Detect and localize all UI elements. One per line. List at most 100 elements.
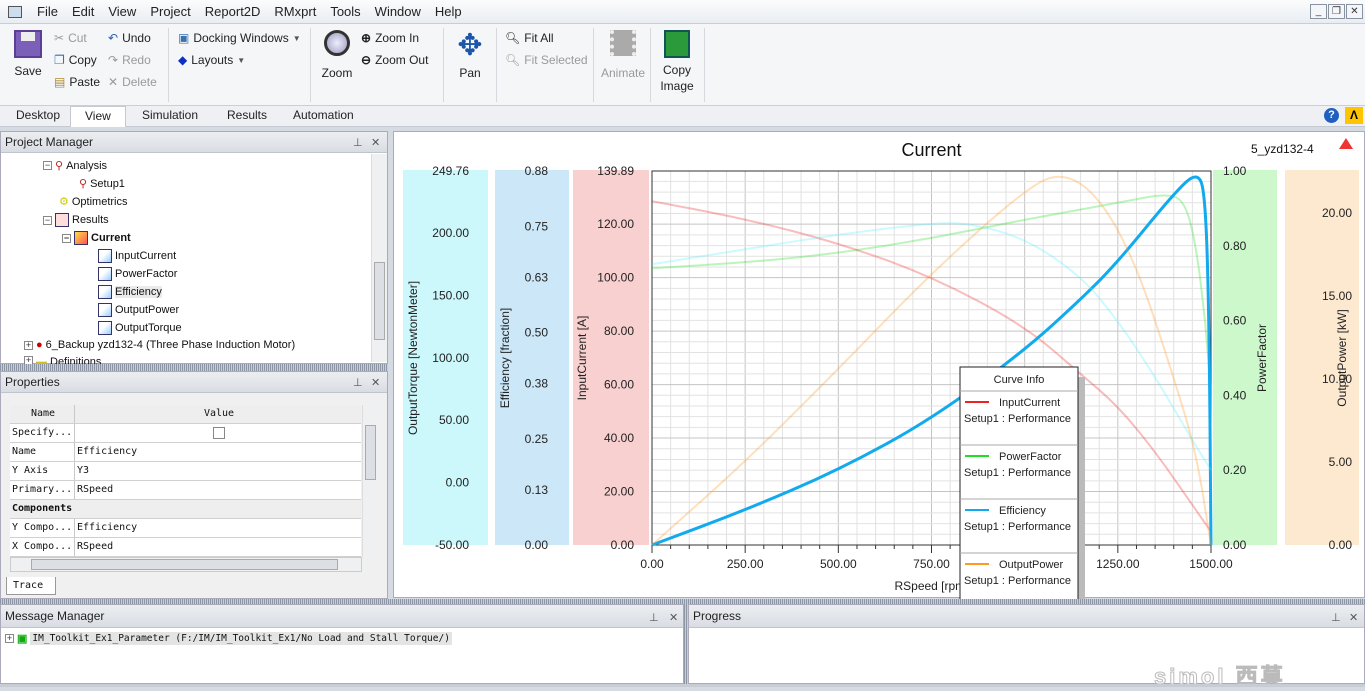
close-icon[interactable]: ✕	[1349, 611, 1358, 624]
scrollbar-thumb[interactable]	[31, 559, 338, 570]
fit-all-button[interactable]: 🔍︎ Fit All	[505, 31, 554, 45]
property-value[interactable]: Efficiency	[75, 519, 361, 537]
menu-window[interactable]: Window	[368, 4, 428, 19]
message-item[interactable]: + ▣ IM_Toolkit_Ex1_Parameter (F:/IM/IM_Too…	[5, 632, 452, 645]
copy-icon: ❐	[54, 53, 65, 67]
menu-help[interactable]: Help	[428, 4, 469, 19]
tree-item-results[interactable]: − Results	[43, 213, 109, 227]
minimize-button[interactable]: _	[1310, 4, 1327, 19]
y-tick-label: 120.00	[597, 217, 634, 231]
property-value[interactable]: RSpeed	[75, 538, 361, 556]
tab-trace[interactable]: Trace	[6, 577, 56, 595]
delete-label: Delete	[122, 75, 157, 89]
project-tree-scrollbar[interactable]	[371, 154, 387, 362]
property-row[interactable]: X Compo... RSpeed	[10, 538, 361, 557]
zoom-out-label: Zoom Out	[375, 53, 429, 67]
close-window-button[interactable]: ✕	[1346, 4, 1363, 19]
property-value[interactable]: Efficiency	[75, 443, 361, 461]
expand-icon[interactable]: +	[5, 634, 14, 643]
fit-all-label: Fit All	[524, 31, 554, 45]
specify-checkbox[interactable]	[213, 427, 225, 439]
tab-simulation[interactable]: Simulation	[138, 108, 202, 122]
restore-button[interactable]: ❐	[1328, 4, 1345, 19]
help-icon[interactable]: ?	[1324, 108, 1339, 123]
collapse-icon[interactable]: −	[62, 233, 71, 243]
column-header-value[interactable]: Value	[75, 405, 361, 423]
tree-item-efficiency[interactable]: Efficiency	[98, 285, 162, 299]
cut-button[interactable]: ✂ Cut	[54, 31, 87, 45]
tab-results[interactable]: Results	[223, 108, 271, 122]
property-row[interactable]: Y Axis Y3	[10, 462, 361, 481]
fit-selected-button[interactable]: 🔍︎ Fit Selected	[505, 53, 588, 67]
pin-icon[interactable]: ⊥	[353, 136, 363, 149]
x-tick-label: 0.00	[640, 557, 664, 571]
zoom-out-button[interactable]: ⊖ Zoom Out	[361, 53, 428, 67]
undo-button[interactable]: ↶ Undo	[108, 31, 151, 45]
tree-item-setup1[interactable]: ⚲ Setup1	[79, 177, 125, 191]
animate-button[interactable]: Animate	[600, 30, 646, 80]
zoom-in-button[interactable]: ⊕ Zoom In	[361, 31, 419, 45]
delete-button[interactable]: ✕ Delete	[108, 75, 157, 89]
pin-icon[interactable]: ⊥	[1331, 611, 1341, 624]
pan-button[interactable]: ✥ Pan	[452, 30, 488, 81]
copy-button[interactable]: ❐ Copy	[54, 53, 97, 67]
close-icon[interactable]: ✕	[371, 376, 380, 389]
properties-hscrollbar[interactable]	[10, 557, 362, 572]
property-value[interactable]: Y3	[75, 462, 361, 480]
zoom-button[interactable]: Zoom	[318, 30, 356, 80]
menu-file[interactable]: File	[30, 4, 65, 19]
tree-item-definitions[interactable]: + ▬ Definitions	[24, 356, 101, 364]
menu-rmxprt[interactable]: RMxprt	[267, 4, 323, 19]
expand-icon[interactable]: +	[24, 356, 33, 364]
layouts-button[interactable]: ◆ Layouts ▼	[178, 53, 245, 67]
tree-item-outputtorque[interactable]: OutputTorque	[98, 321, 182, 335]
menu-view[interactable]: View	[101, 4, 143, 19]
property-row[interactable]: Primary... RSpeed	[10, 481, 361, 500]
copy-image-button[interactable]: Copy Image	[656, 30, 698, 94]
pin-icon[interactable]: ⊥	[353, 376, 363, 389]
properties-vscrollbar[interactable]	[362, 405, 378, 557]
tree-item-powerfactor[interactable]: PowerFactor	[98, 267, 177, 281]
close-icon[interactable]: ✕	[669, 611, 678, 624]
tree-item-outputpower[interactable]: OutputPower	[98, 303, 179, 317]
properties-header: Properties	[1, 372, 387, 393]
expand-icon[interactable]: +	[24, 340, 33, 350]
property-value[interactable]: RSpeed	[75, 481, 361, 499]
y-tick-label: 1.00	[1223, 164, 1247, 178]
redo-button[interactable]: ↷ Redo	[108, 53, 151, 67]
property-row[interactable]: Name Efficiency	[10, 443, 361, 462]
properties-header-row: Name Value	[10, 405, 361, 424]
tab-view[interactable]: View	[70, 106, 126, 127]
menu-project[interactable]: Project	[143, 4, 197, 19]
y-tick-label: 0.00	[525, 538, 549, 552]
close-icon[interactable]: ✕	[371, 136, 380, 149]
pin-icon[interactable]: ⊥	[649, 611, 659, 624]
tree-label: PowerFactor	[115, 268, 178, 280]
tree-item-inputcurrent[interactable]: InputCurrent	[98, 249, 176, 263]
y-axis-label: Efficiency [fraction]	[498, 308, 512, 409]
menu-report2d[interactable]: Report2D	[198, 4, 268, 19]
tab-automation[interactable]: Automation	[289, 108, 358, 122]
property-row[interactable]: Y Compo... Efficiency	[10, 519, 361, 538]
tree-item-backup-design[interactable]: + ● 6_Backup yzd132-4 (Three Phase Inducti…	[24, 339, 295, 351]
paste-button[interactable]: ▤ Paste	[54, 75, 100, 89]
y-tick-label: 139.89	[597, 164, 634, 178]
property-row[interactable]: Specify...	[10, 424, 361, 443]
tree-item-current[interactable]: − Current	[62, 231, 131, 245]
splitter[interactable]	[0, 364, 388, 371]
project-manager-header: Project Manager	[1, 132, 387, 153]
scrollbar-thumb[interactable]	[365, 425, 376, 480]
column-header-name[interactable]: Name	[10, 405, 75, 423]
collapse-icon[interactable]: −	[43, 161, 52, 170]
collapse-icon[interactable]: −	[43, 215, 52, 225]
docking-windows-button[interactable]: ▣ Docking Windows ▼	[178, 31, 301, 45]
menu-tools[interactable]: Tools	[323, 4, 367, 19]
scrollbar-thumb[interactable]	[374, 262, 385, 340]
menu-edit[interactable]: Edit	[65, 4, 101, 19]
tab-desktop[interactable]: Desktop	[12, 108, 64, 122]
save-button[interactable]: Save	[10, 30, 46, 78]
tree-item-optimetrics[interactable]: ⚙ Optimetrics	[59, 195, 128, 209]
ribbon-separator	[593, 28, 594, 102]
tree-item-analysis[interactable]: − ⚲ Analysis	[43, 159, 107, 172]
legend-shadow	[1078, 377, 1085, 599]
